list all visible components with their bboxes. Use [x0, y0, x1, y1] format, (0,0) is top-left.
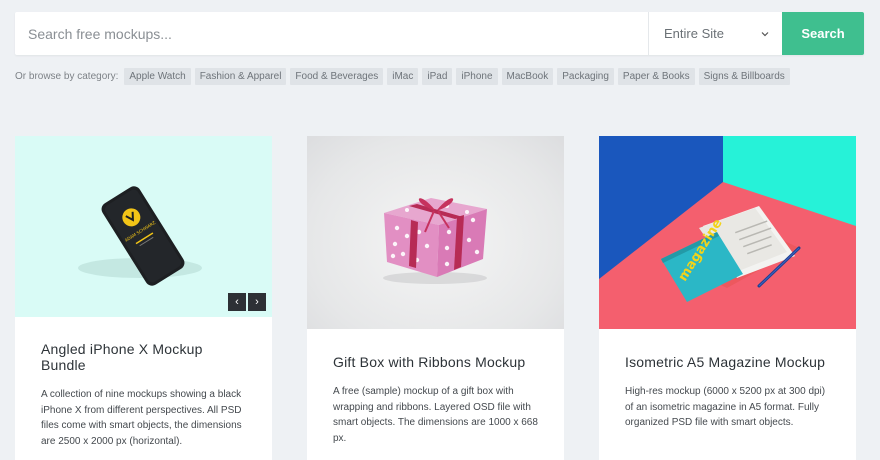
- card-title[interactable]: Isometric A5 Magazine Mockup: [625, 354, 830, 370]
- carousel-prev-button[interactable]: ‹: [228, 293, 246, 311]
- card-title[interactable]: Gift Box with Ribbons Mockup: [333, 354, 538, 370]
- category-tag-signs-billboards[interactable]: Signs & Billboards: [698, 68, 790, 85]
- card-image-magazine[interactable]: magazine: [599, 136, 856, 329]
- carousel-next-button[interactable]: ›: [248, 293, 266, 311]
- card-image-gift-box[interactable]: [307, 136, 564, 329]
- scope-selected-value: Entire Site: [664, 26, 724, 41]
- mockup-card-iphone[interactable]: ADAM SCHWARZ ‹ › Angled iPhone X Mockup …: [15, 136, 272, 460]
- category-tag-iphone[interactable]: iPhone: [456, 68, 498, 85]
- card-description: High-res mockup (6000 x 5200 px at 300 d…: [625, 386, 826, 428]
- carousel-nav: ‹ ›: [228, 293, 266, 311]
- category-tag-fashion-apparel[interactable]: Fashion & Apparel: [194, 68, 287, 85]
- browse-label: Or browse by category:: [15, 71, 119, 82]
- category-tag-apple-watch[interactable]: Apple Watch: [124, 68, 191, 85]
- category-tag-imac[interactable]: iMac: [387, 68, 419, 85]
- category-tag-ipad[interactable]: iPad: [422, 68, 453, 85]
- search-button[interactable]: Search: [782, 12, 864, 55]
- scope-select[interactable]: Entire Site: [648, 12, 782, 55]
- chevron-down-icon: [761, 31, 769, 36]
- category-tag-food-beverages[interactable]: Food & Beverages: [290, 68, 384, 85]
- mockup-card-gift-box[interactable]: Gift Box with Ribbons Mockup A free (sam…: [307, 136, 564, 460]
- card-description: A free (sample) mockup of a gift box wit…: [333, 386, 538, 444]
- category-tag-paper-books[interactable]: Paper & Books: [617, 68, 695, 85]
- card-image-iphone[interactable]: ADAM SCHWARZ ‹ ›: [15, 136, 272, 317]
- category-tag-packaging[interactable]: Packaging: [557, 68, 614, 85]
- card-title[interactable]: Angled iPhone X Mockup Bundle: [41, 341, 246, 373]
- card-description: A collection of nine mockups showing a b…: [41, 389, 242, 447]
- category-tag-macbook[interactable]: MacBook: [501, 68, 554, 85]
- gift-box-illustration: [383, 198, 487, 284]
- search-input[interactable]: [15, 12, 648, 55]
- magazine-illustration: magazine: [599, 136, 856, 329]
- search-bar: Entire Site Search: [15, 12, 864, 55]
- category-bar: Or browse by category: Apple Watch Fashi…: [15, 68, 794, 85]
- iphone-illustration: ADAM SCHWARZ: [78, 186, 202, 286]
- mockup-card-magazine[interactable]: magazine Isometric A5 Magazine Mockup Hi…: [599, 136, 856, 460]
